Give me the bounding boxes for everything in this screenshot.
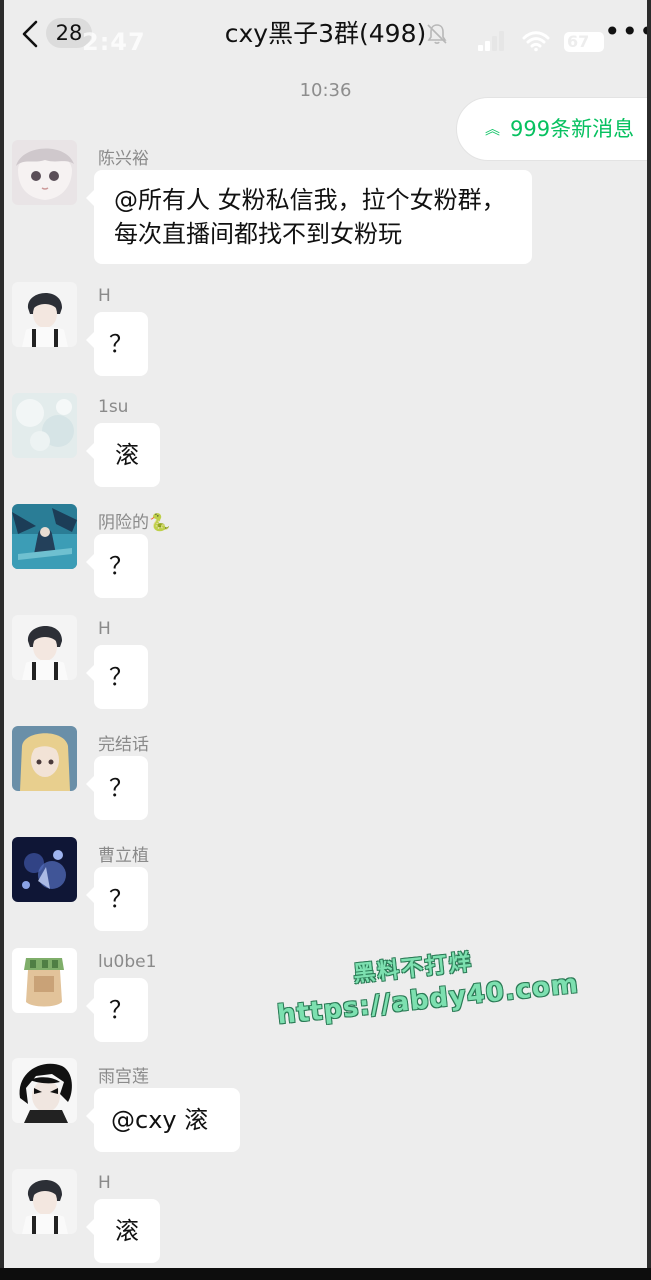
battery-icon: 67 [564,32,604,52]
signal-icon [478,31,504,51]
screen-bottom-edge [0,1268,651,1280]
message-bubble[interactable]: ？ [86,312,148,376]
avatar[interactable] [12,1169,77,1234]
sender-name: H [98,286,111,306]
back-arrow-icon [22,20,38,48]
chat-header: 28 2:47 cxy黑子3群(498) 67 ••• [4,0,647,70]
screen-edge-right [647,0,651,1268]
back-button[interactable] [16,18,46,50]
watermark-title: 黑料不打烊 [352,950,475,988]
watermark: 黑料不打烊 https://abdy40.com [272,934,581,1065]
message-bubble[interactable]: @所有人 女粉私信我，拉个女粉群，每次直播间都找不到女粉玩 [86,170,532,264]
avatar[interactable] [12,504,77,569]
sender-name: 雨宫莲 [98,1067,149,1087]
message-bubble[interactable]: ？ [86,534,148,598]
sender-name: H [98,1173,111,1193]
sender-name: 曹立植 [98,846,149,866]
avatar[interactable] [12,615,77,680]
message-bubble[interactable]: ？ [86,978,148,1042]
message-bubble[interactable]: 滚 [86,1199,160,1263]
avatar[interactable] [12,282,77,347]
avatar[interactable] [12,1058,77,1123]
message-bubble[interactable]: 滚 [86,423,160,487]
message-bubble[interactable]: ？ [86,867,148,931]
more-icon[interactable]: ••• [604,18,647,48]
avatar[interactable] [12,726,77,791]
wifi-icon [522,31,550,52]
message-bubble[interactable]: ？ [86,756,148,820]
chat-title[interactable]: cxy黑子3群(498) [225,19,426,48]
avatar[interactable] [12,837,77,902]
status-bar-time: 2:47 [82,28,146,56]
message-bubble[interactable]: ？ [86,645,148,709]
sender-name: 完结话 [98,735,149,755]
sender-name: H [98,619,111,639]
watermark-url: https://abdy40.com [275,969,581,1031]
avatar[interactable] [12,140,77,205]
double-chevron-up-icon: ︽ [485,120,501,138]
new-messages-button[interactable]: ︽ 999条新消息 [456,97,647,161]
sender-name: lu0be1 [98,952,157,972]
message-bubble[interactable]: @cxy 滚 [86,1088,240,1152]
avatar[interactable] [12,948,77,1013]
chat-screen: 28 2:47 cxy黑子3群(498) 67 ••• [4,0,647,1268]
sender-name: 阴险的🐍 [98,513,171,533]
sender-name: 陈兴裕 [98,149,149,169]
new-messages-label: 999条新消息 [510,117,635,141]
mute-bell-icon [427,24,447,44]
sender-name: 1su [98,397,129,417]
avatar[interactable] [12,393,77,458]
